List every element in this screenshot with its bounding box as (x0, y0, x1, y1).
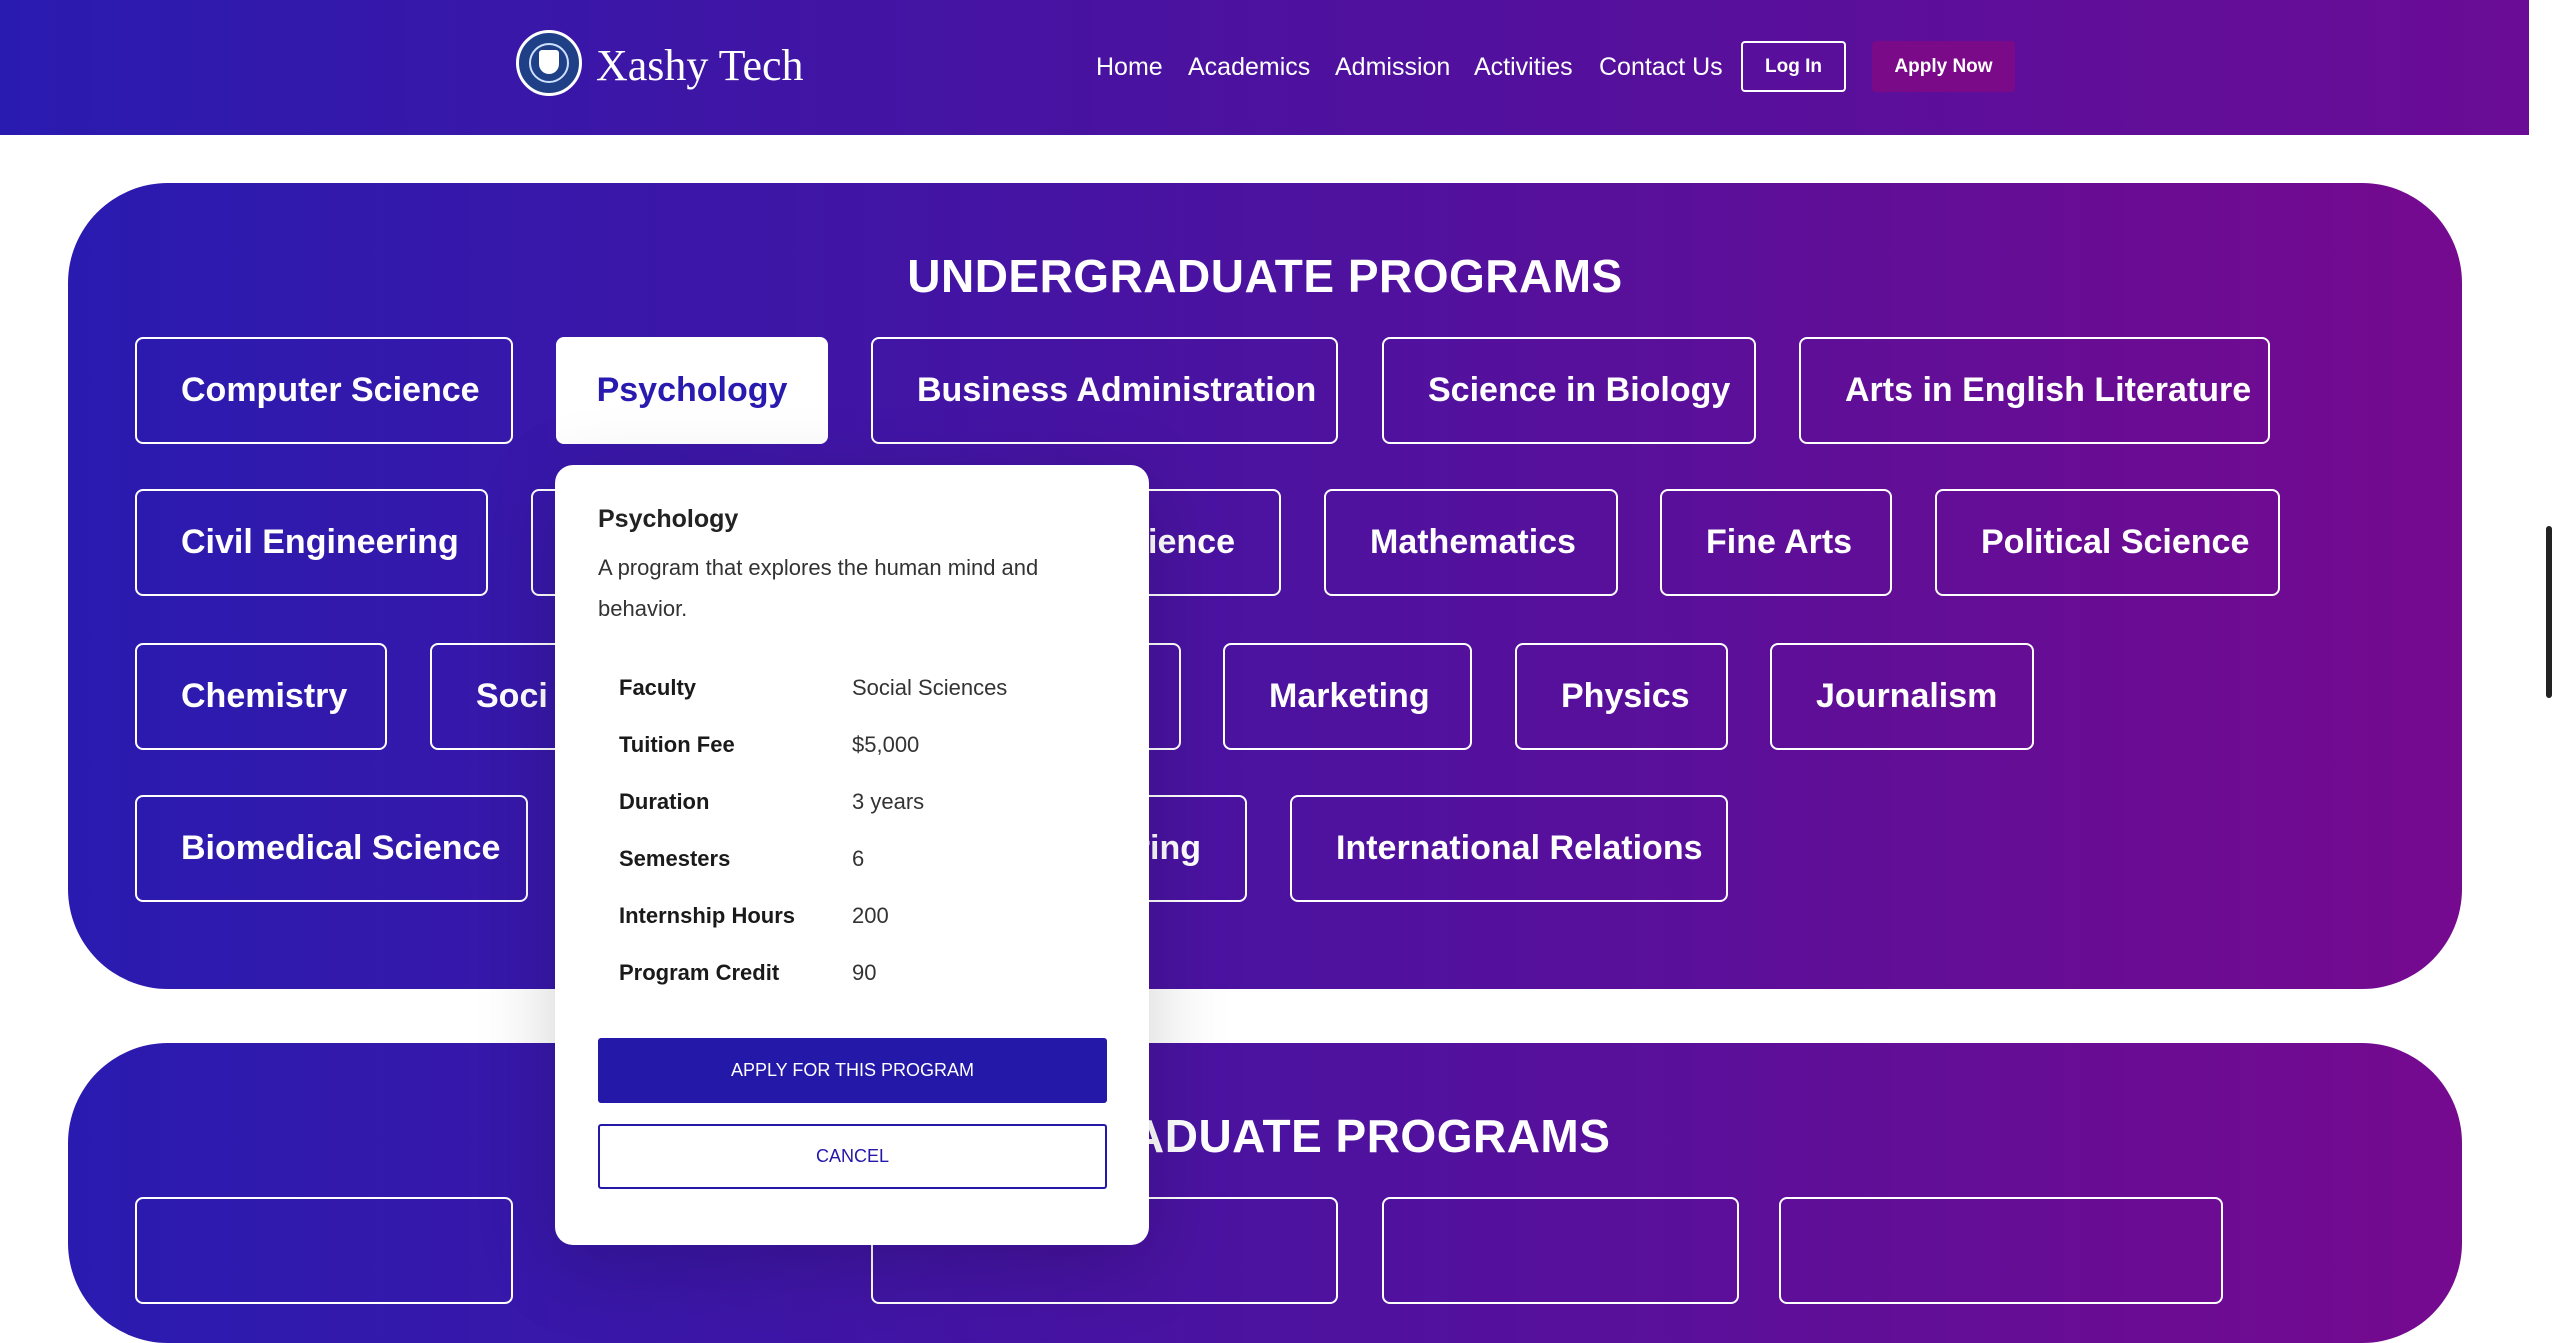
program-computer-science[interactable]: Computer Science (135, 337, 513, 444)
section-title: UNDERGRADUATE PROGRAMS (907, 250, 1623, 302)
detail-value-tuition-fee: $5,000 (852, 732, 920, 757)
detail-value-program-credit: 90 (852, 960, 877, 985)
detail-value-semesters: 6 (852, 846, 865, 871)
program-card[interactable] (135, 1197, 513, 1304)
program-marketing[interactable]: Marketing (1223, 643, 1472, 750)
program-mathematics[interactable]: Mathematics (1324, 489, 1618, 596)
detail-label-program-credit: Program Credit (619, 960, 780, 985)
program-psychology[interactable]: Psychology (556, 337, 828, 444)
detail-value-faculty: Social Sciences (852, 675, 1008, 700)
page-scrollbar-thumb[interactable] (2546, 526, 2552, 698)
detail-label-faculty: Faculty (619, 675, 697, 700)
program-science-in-biology[interactable]: Science in Biology (1382, 337, 1756, 444)
nav-academics[interactable]: Academics (1188, 50, 1310, 84)
program-card[interactable] (1382, 1197, 1739, 1304)
undergraduate-programs-section: UNDERGRADUATE PROGRAMS Computer Science … (68, 183, 2462, 989)
university-seal-logo[interactable] (516, 30, 582, 96)
program-physics[interactable]: Physics (1515, 643, 1728, 750)
postgraduate-programs-section: ADUATE PROGRAMS (68, 1043, 2462, 1343)
brand-name[interactable]: Xashy Tech (596, 38, 804, 94)
program-journalism[interactable]: Journalism (1770, 643, 2034, 750)
nav-home[interactable]: Home (1096, 50, 1163, 84)
popup-title: Psychology (598, 505, 739, 533)
program-card[interactable] (1779, 1197, 2223, 1304)
detail-label-tuition-fee: Tuition Fee (619, 732, 735, 757)
site-header: Xashy Tech Home Academics Admission Acti… (0, 0, 2529, 135)
program-chemistry[interactable]: Chemistry (135, 643, 387, 750)
detail-label-duration: Duration (619, 789, 710, 814)
login-button[interactable]: Log In (1741, 41, 1846, 92)
program-detail-popup: Psychology A program that explores the h… (555, 465, 1149, 1245)
program-civil-engineering[interactable]: Civil Engineering (135, 489, 488, 596)
program-biomedical-science[interactable]: Biomedical Science (135, 795, 528, 902)
detail-label-semesters: Semesters (619, 846, 731, 871)
nav-contact-us[interactable]: Contact Us (1599, 50, 1723, 84)
cancel-button[interactable]: CANCEL (598, 1124, 1107, 1189)
nav-activities[interactable]: Activities (1474, 50, 1573, 84)
popup-description: A program that explores the human mind a… (598, 555, 1039, 621)
program-fine-arts[interactable]: Fine Arts (1660, 489, 1892, 596)
program-arts-in-english-literature[interactable]: Arts in English Literature (1799, 337, 2270, 444)
detail-value-internship-hours: 200 (852, 903, 889, 928)
program-political-science[interactable]: Political Science (1935, 489, 2280, 596)
detail-label-internship-hours: Internship Hours (619, 903, 796, 928)
nav-admission[interactable]: Admission (1335, 50, 1450, 84)
detail-value-duration: 3 years (852, 789, 925, 814)
apply-for-program-button[interactable]: APPLY FOR THIS PROGRAM (598, 1038, 1107, 1103)
section-title-text: ADUATE PROGRAMS (1131, 1110, 1611, 1162)
program-international-relations[interactable]: International Relations (1290, 795, 1728, 902)
program-business-administration[interactable]: Business Administration (871, 337, 1338, 444)
apply-now-button[interactable]: Apply Now (1872, 41, 2015, 92)
